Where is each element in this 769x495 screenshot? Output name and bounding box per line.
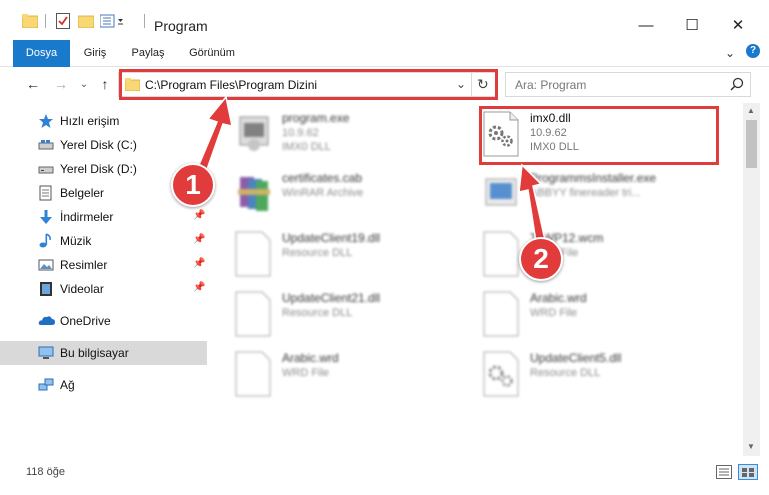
annotation-arrows xyxy=(194,95,546,243)
step-1-badge: 1 xyxy=(171,163,215,207)
arrow-1-icon xyxy=(194,95,233,176)
arrow-2-icon xyxy=(518,163,546,243)
step-2-badge: 2 xyxy=(519,237,563,281)
